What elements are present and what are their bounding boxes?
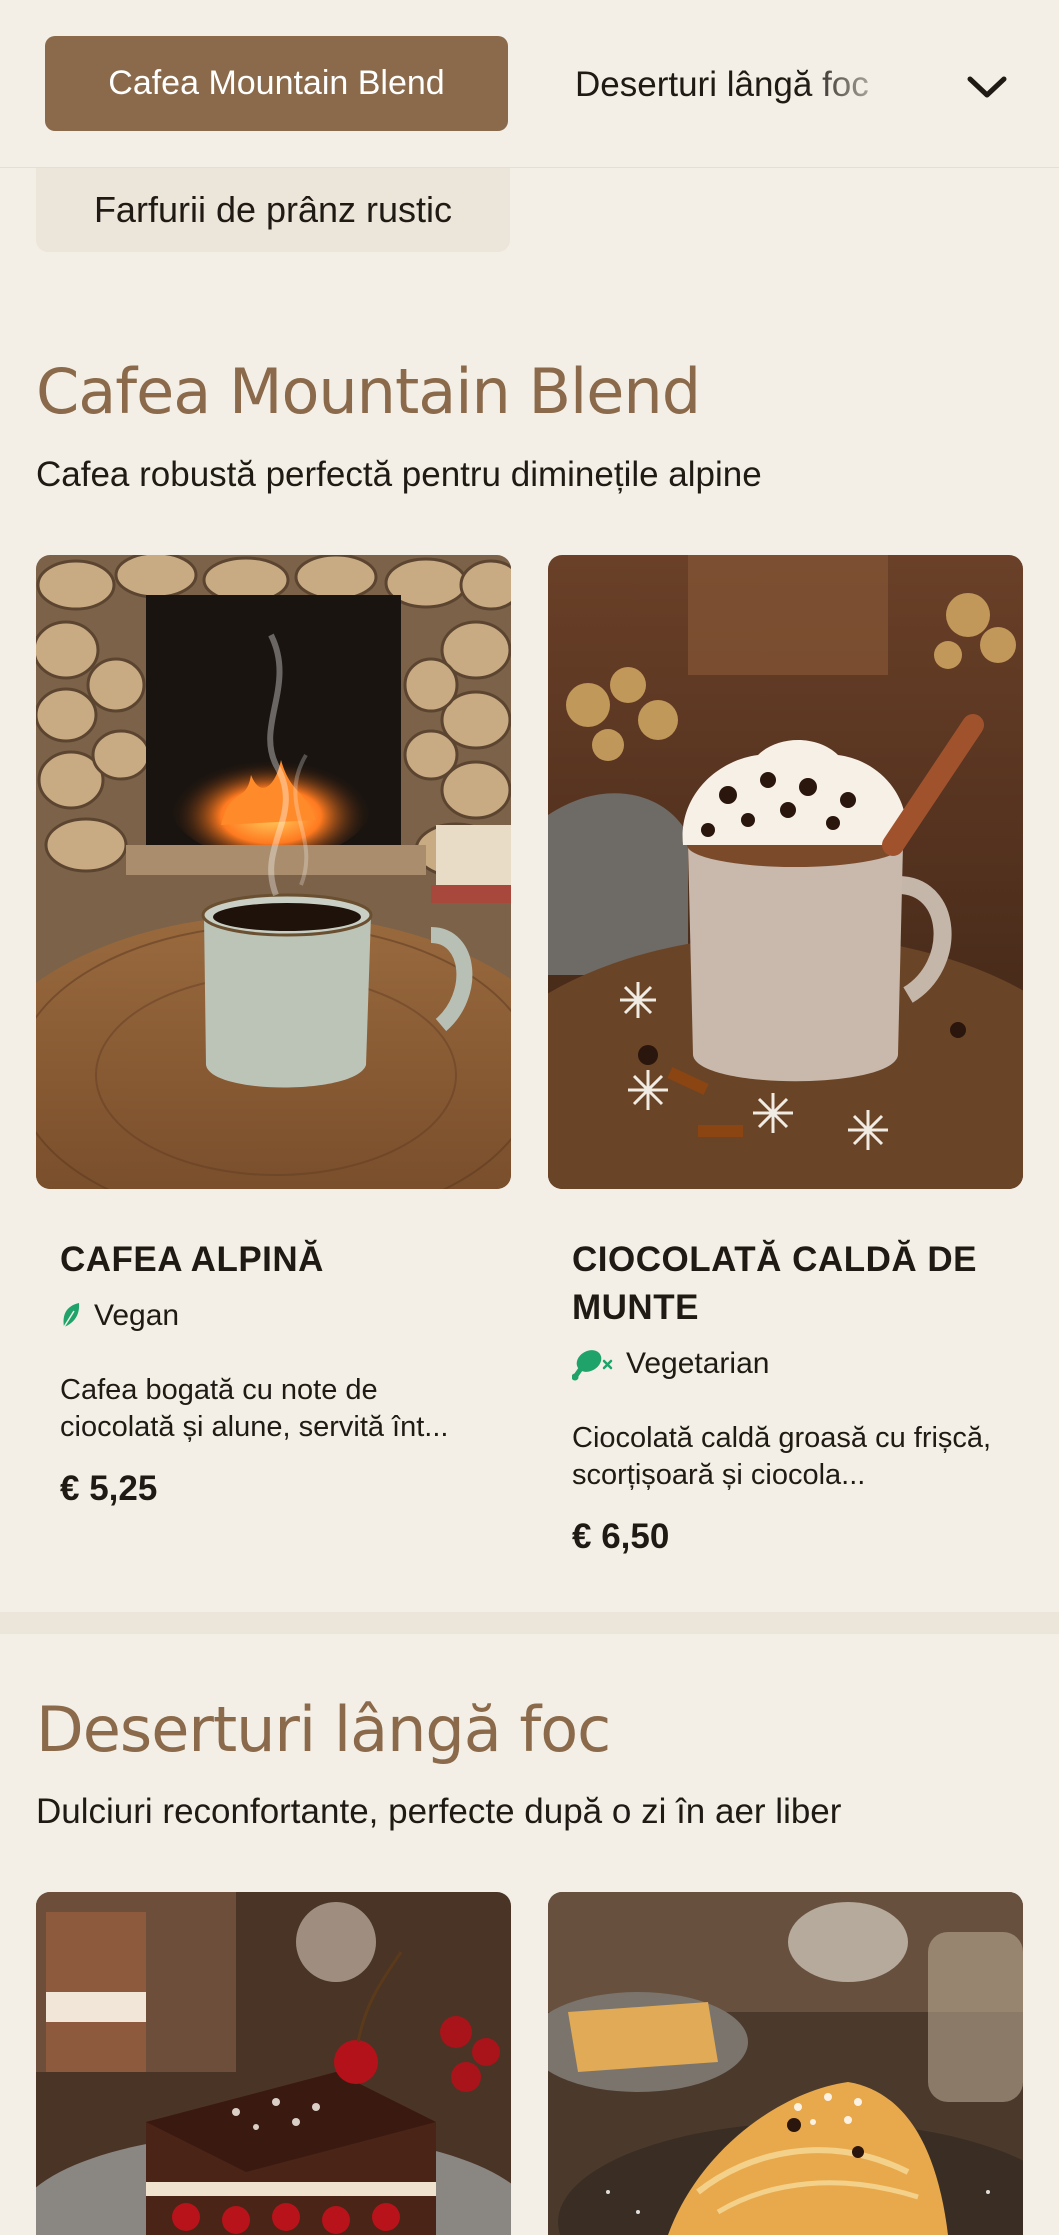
product-image-cherry-cake[interactable]	[36, 1892, 511, 2235]
section-title: Cafea Mountain Blend	[36, 355, 701, 428]
product-name[interactable]: CIOCOLATĂ CALDĂ DE MUNTE	[572, 1236, 1012, 1332]
chevron-down-icon[interactable]	[962, 62, 1012, 112]
section-subtitle: Dulciuri reconfortante, perfecte după o …	[36, 1792, 842, 1831]
product-description: Cafea bogată cu note de ciocolată și alu…	[60, 1374, 449, 1443]
tab-cafea-mountain-blend[interactable]: Cafea Mountain Blend	[45, 36, 508, 131]
product-name[interactable]: CAFEA ALPINĂ	[60, 1236, 500, 1284]
product-image-coffee[interactable]	[36, 555, 511, 1189]
section-divider	[0, 1612, 1059, 1634]
leaf-icon	[63, 1303, 80, 1328]
diet-tag: Vegetarian	[572, 1347, 769, 1381]
section-title: Deserturi lângă foc	[36, 1693, 611, 1766]
diet-tag: Vegan	[60, 1299, 179, 1333]
product-price: € 5,25	[60, 1469, 158, 1508]
product-image-strudel[interactable]	[548, 1892, 1023, 2235]
product-price: € 6,50	[572, 1517, 670, 1556]
vegetarian-drumstick-icon	[572, 1350, 613, 1381]
product-description: Ciocolată caldă groasă cu frișcă, scorți…	[572, 1422, 992, 1491]
diet-tag-label: Vegan	[94, 1299, 180, 1332]
section-subtitle: Cafea robustă perfectă pentru diminețile…	[36, 455, 762, 494]
tab-deserturi-langa-foc[interactable]: Deserturi lângă foc	[575, 55, 905, 115]
diet-tag-label: Vegetarian	[626, 1347, 770, 1380]
product-image-hot-chocolate[interactable]	[548, 555, 1023, 1189]
tab-farfurii-de-pranz-rustic[interactable]: Farfurii de prânz rustic	[36, 168, 510, 252]
category-nav: Cafea Mountain Blend Deserturi lângă foc	[0, 0, 1059, 168]
